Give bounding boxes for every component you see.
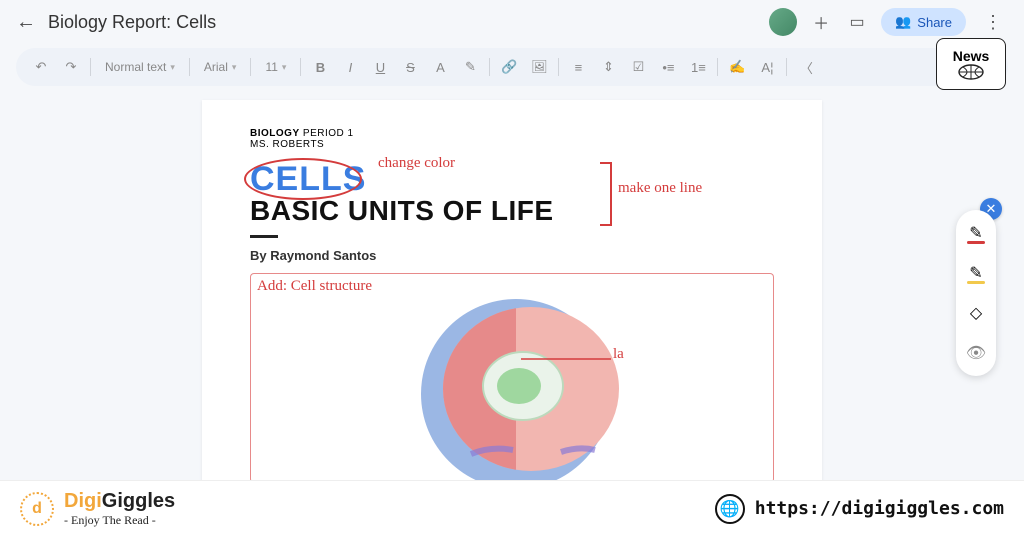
strikethrough-button[interactable]: S <box>397 54 423 80</box>
site-footer: d DigiGiggles - Enjoy The Read - 🌐 https… <box>0 480 1024 536</box>
checklist-button[interactable]: ☑ <box>625 54 651 80</box>
digigiggles-logo-icon: d <box>20 492 54 526</box>
bullet-list-button[interactable]: •≡ <box>655 54 681 80</box>
avatar[interactable] <box>769 8 797 36</box>
news-badge-label: News <box>953 48 990 64</box>
bold-button[interactable]: B <box>307 54 333 80</box>
divider <box>250 235 278 238</box>
brand-tagline: - Enjoy The Read - <box>64 513 175 528</box>
teacher-line: MS. ROBERTS <box>250 139 774 150</box>
underline-button[interactable]: U <box>367 54 393 80</box>
dictate-button[interactable]: A¦ <box>754 54 780 80</box>
annotation-make-one-line: make one line <box>618 180 702 197</box>
markup-tool-button[interactable]: ✍ <box>724 54 750 80</box>
font-select[interactable]: Arial▾ <box>196 60 245 74</box>
italic-button[interactable]: I <box>337 54 363 80</box>
news-badge: News <box>936 38 1006 90</box>
cell-illustration <box>411 294 621 494</box>
plus-icon[interactable]: ＋ <box>809 10 833 34</box>
share-label: Share <box>917 15 952 30</box>
document-page[interactable]: BIOLOGY PERIOD 1 MS. ROBERTS CELLS chang… <box>202 100 822 511</box>
pen-red-tool[interactable]: ✎ <box>963 220 989 246</box>
back-arrow-icon[interactable]: ← <box>16 11 36 34</box>
more-menu-icon[interactable]: ⋮ <box>978 12 1008 33</box>
bracket-annotation <box>600 162 612 226</box>
text-color-button[interactable]: A <box>427 54 453 80</box>
course-line: BIOLOGY PERIOD 1 <box>250 128 774 139</box>
numbered-list-button[interactable]: 1≡ <box>685 54 711 80</box>
title-line-2: BASIC UNITS OF LIFE <box>250 195 774 227</box>
share-button[interactable]: 👥 Share <box>881 8 966 36</box>
annotation-add-structure: Add: Cell structure <box>257 278 372 295</box>
formatting-toolbar: ↶ ↷ Normal text▾ Arial▾ 11▾ B I U S A ✎ … <box>16 48 1008 86</box>
byline: By Raymond Santos <box>250 248 774 263</box>
highlight-button[interactable]: ✎ <box>457 54 483 80</box>
collapse-toolbar-button[interactable]: 〈 <box>793 54 819 80</box>
insert-image-button[interactable]: 🖼 <box>526 54 552 80</box>
comment-history-icon[interactable]: ▭ <box>845 10 869 34</box>
doc-title[interactable]: Biology Report: Cells <box>48 12 216 33</box>
hide-markup-tool[interactable]: 👁 <box>963 340 989 366</box>
markup-toolbar: ✎ ✎ ◇ 👁 <box>956 210 996 376</box>
undo-button[interactable]: ↶ <box>28 54 54 80</box>
align-button[interactable]: ≡ <box>565 54 591 80</box>
globe-icon: 🌐 <box>715 494 745 524</box>
eraser-tool[interactable]: ◇ <box>963 300 989 326</box>
annotation-label-la: la <box>613 346 624 363</box>
highlighter-tool[interactable]: ✎ <box>963 260 989 286</box>
people-icon: 👥 <box>895 14 911 30</box>
cell-figure: Add: Cell structure <box>250 273 774 483</box>
site-url[interactable]: https://digigiggles.com <box>755 498 1004 519</box>
insert-link-button[interactable]: 🔗 <box>496 54 522 80</box>
style-select[interactable]: Normal text▾ <box>97 60 183 74</box>
brand-name: DigiGiggles <box>64 490 175 513</box>
redo-button[interactable]: ↷ <box>58 54 84 80</box>
font-size-select[interactable]: 11▾ <box>257 60 294 74</box>
line-spacing-button[interactable]: ⇕ <box>595 54 621 80</box>
annotation-change-color: change color <box>378 155 455 172</box>
circle-annotation <box>244 158 362 200</box>
